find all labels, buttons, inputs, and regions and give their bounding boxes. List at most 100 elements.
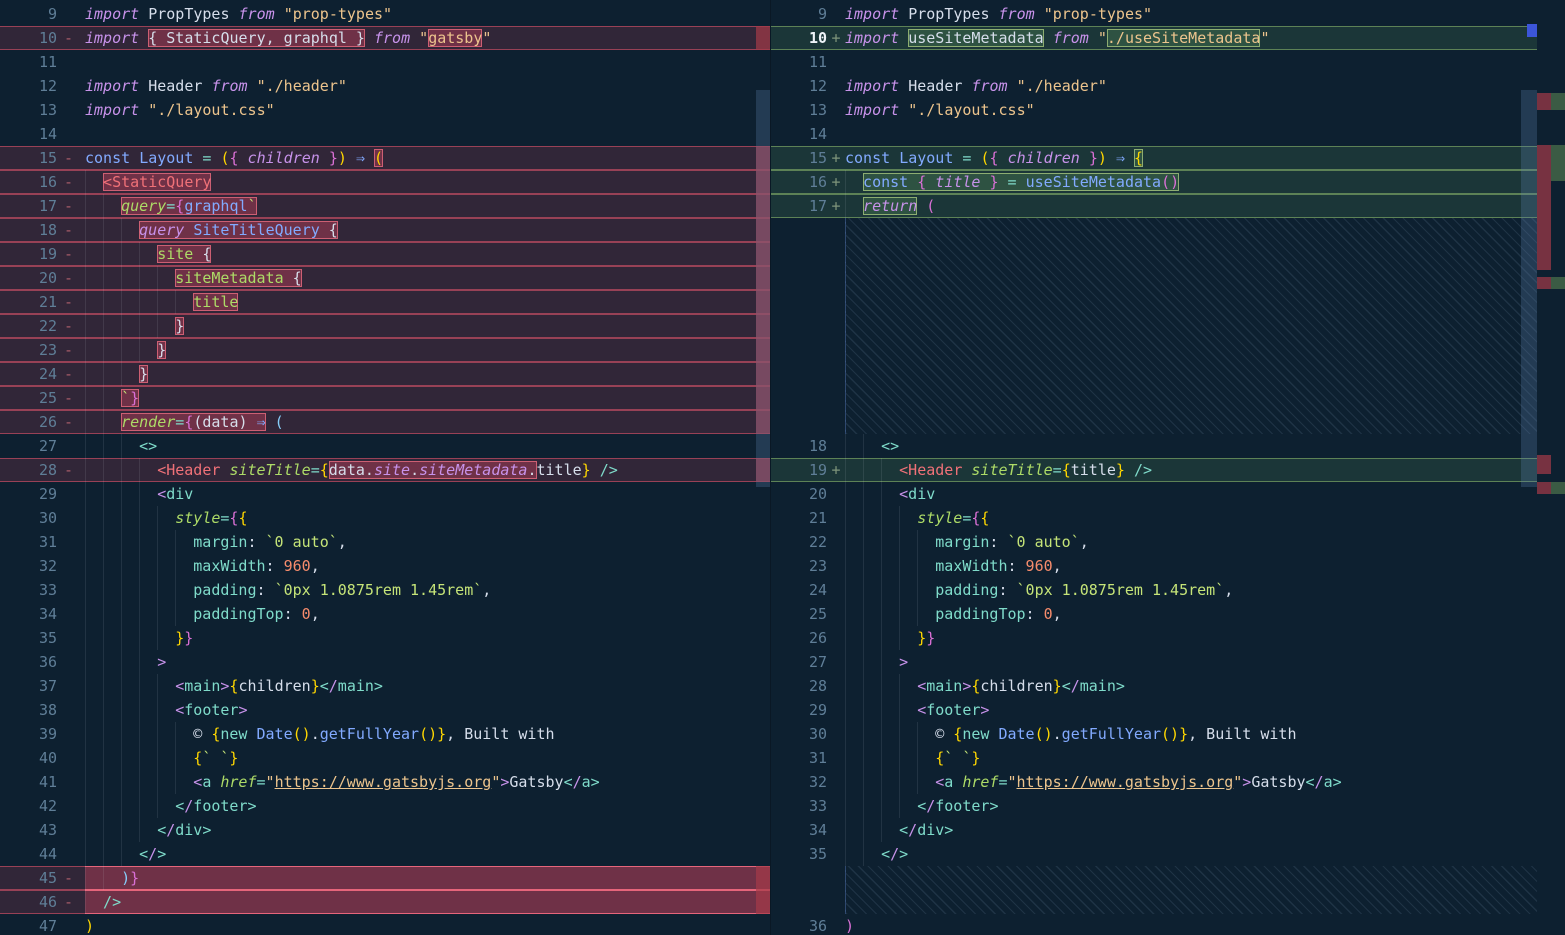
code-text[interactable]: } bbox=[85, 314, 770, 338]
line-number[interactable]: 14 bbox=[771, 122, 827, 146]
line-number-gutter[interactable]: 16- bbox=[0, 170, 85, 194]
code-line[interactable]: 28 <main>{children}</main> bbox=[771, 674, 1537, 698]
code-line[interactable]: 18 <> bbox=[771, 434, 1537, 458]
line-number[interactable]: 31 bbox=[0, 530, 57, 554]
line-number[interactable]: 19 bbox=[0, 242, 57, 266]
line-number[interactable]: 17 bbox=[0, 194, 57, 218]
line-number[interactable]: 39 bbox=[0, 722, 57, 746]
code-text[interactable]: return ( bbox=[845, 194, 1537, 218]
code-text[interactable]: style={{ bbox=[85, 506, 770, 530]
code-line[interactable]: 10-import { StaticQuery, graphql } from … bbox=[0, 26, 770, 50]
line-number[interactable]: 10 bbox=[771, 26, 827, 50]
code-text[interactable]: }} bbox=[85, 626, 770, 650]
code-line[interactable]: 36) bbox=[771, 914, 1537, 935]
code-line[interactable]: 26 }} bbox=[771, 626, 1537, 650]
line-number-gutter[interactable]: 22 bbox=[771, 530, 845, 554]
line-number-gutter[interactable]: 36 bbox=[771, 914, 845, 935]
code-line[interactable]: 34 paddingTop: 0, bbox=[0, 602, 770, 626]
code-text[interactable]: title bbox=[85, 290, 770, 314]
code-text[interactable]: <main>{children}</main> bbox=[85, 674, 770, 698]
line-number-gutter[interactable]: 11 bbox=[771, 50, 845, 74]
line-number-gutter[interactable]: 14 bbox=[0, 122, 85, 146]
code-line[interactable]: 27 <> bbox=[0, 434, 770, 458]
code-text[interactable]: © {new Date().getFullYear()}, Built with bbox=[845, 722, 1537, 746]
code-text[interactable]: <Header siteTitle={title} /> bbox=[845, 458, 1537, 482]
code-text[interactable]: import Header from "./header" bbox=[845, 74, 1537, 98]
line-number[interactable]: 38 bbox=[0, 698, 57, 722]
code-line[interactable]: 14 bbox=[771, 122, 1537, 146]
code-line[interactable]: 33 padding: `0px 1.0875rem 1.45rem`, bbox=[0, 578, 770, 602]
code-line[interactable]: 22 margin: `0 auto`, bbox=[771, 530, 1537, 554]
line-number-gutter[interactable]: 22- bbox=[0, 314, 85, 338]
code-text[interactable]: <> bbox=[85, 434, 770, 458]
code-line[interactable]: 12import Header from "./header" bbox=[0, 74, 770, 98]
line-number[interactable]: 26 bbox=[0, 410, 57, 434]
line-number-gutter[interactable]: 20- bbox=[0, 266, 85, 290]
line-number[interactable]: 23 bbox=[771, 554, 827, 578]
line-number-gutter[interactable]: 40 bbox=[0, 746, 85, 770]
line-number-gutter[interactable]: 39 bbox=[0, 722, 85, 746]
line-number[interactable]: 25 bbox=[771, 602, 827, 626]
line-number[interactable]: 14 bbox=[0, 122, 57, 146]
code-text[interactable]: /> bbox=[85, 890, 770, 914]
code-line[interactable]: 23- } bbox=[0, 338, 770, 362]
code-line[interactable]: 9import PropTypes from "prop-types" bbox=[0, 2, 770, 26]
code-line[interactable]: 12import Header from "./header" bbox=[771, 74, 1537, 98]
code-line[interactable]: 38 <footer> bbox=[0, 698, 770, 722]
code-line[interactable]: 19- site { bbox=[0, 242, 770, 266]
code-text[interactable]: </div> bbox=[85, 818, 770, 842]
line-number-gutter[interactable]: 14 bbox=[771, 122, 845, 146]
line-number[interactable]: 10 bbox=[0, 26, 57, 50]
code-text[interactable]: render={(data) ⇒ ( bbox=[85, 410, 770, 434]
code-text[interactable]: </> bbox=[845, 842, 1537, 866]
right-scrollbar-slider[interactable] bbox=[1521, 90, 1537, 487]
code-text[interactable]: > bbox=[845, 650, 1537, 674]
code-line[interactable]: 31 {` `} bbox=[771, 746, 1537, 770]
code-text[interactable]: } bbox=[85, 362, 770, 386]
code-text[interactable]: <a href="https://www.gatsbyjs.org">Gatsb… bbox=[85, 770, 770, 794]
line-number-gutter[interactable]: 29 bbox=[0, 482, 85, 506]
code-line[interactable]: 28- <Header siteTitle={data.site.siteMet… bbox=[0, 458, 770, 482]
line-number[interactable]: 40 bbox=[0, 746, 57, 770]
code-text[interactable] bbox=[845, 122, 1537, 146]
line-number-gutter[interactable]: 21 bbox=[771, 506, 845, 530]
code-line[interactable]: 24- } bbox=[0, 362, 770, 386]
code-text[interactable]: padding: `0px 1.0875rem 1.45rem`, bbox=[845, 578, 1537, 602]
code-line[interactable]: 47) bbox=[0, 914, 770, 935]
code-text[interactable]: site { bbox=[85, 242, 770, 266]
code-line[interactable]: 13import "./layout.css" bbox=[771, 98, 1537, 122]
line-number-gutter[interactable]: 34 bbox=[0, 602, 85, 626]
line-number-gutter[interactable]: 44 bbox=[0, 842, 85, 866]
code-line[interactable]: 20- siteMetadata { bbox=[0, 266, 770, 290]
line-number[interactable]: 37 bbox=[0, 674, 57, 698]
code-text[interactable]: style={{ bbox=[845, 506, 1537, 530]
line-number-gutter[interactable]: 18 bbox=[771, 434, 845, 458]
line-number-gutter[interactable]: 29 bbox=[771, 698, 845, 722]
code-line[interactable]: 20 <div bbox=[771, 482, 1537, 506]
code-text[interactable]: const { title } = useSiteMetadata() bbox=[845, 170, 1537, 194]
code-line[interactable]: 39 © {new Date().getFullYear()}, Built w… bbox=[0, 722, 770, 746]
line-number-gutter[interactable]: 33 bbox=[0, 578, 85, 602]
code-line[interactable]: 44 </> bbox=[0, 842, 770, 866]
line-number-gutter[interactable]: 15+ bbox=[771, 146, 845, 170]
line-number[interactable]: 16 bbox=[0, 170, 57, 194]
line-number-gutter[interactable]: 43 bbox=[0, 818, 85, 842]
line-number-gutter[interactable]: 12 bbox=[0, 74, 85, 98]
code-text[interactable] bbox=[845, 50, 1537, 74]
line-number-gutter[interactable]: 26 bbox=[771, 626, 845, 650]
code-line[interactable]: 41 <a href="https://www.gatsbyjs.org">Ga… bbox=[0, 770, 770, 794]
line-number[interactable]: 18 bbox=[771, 434, 827, 458]
code-line[interactable]: 25 paddingTop: 0, bbox=[771, 602, 1537, 626]
line-number[interactable]: 33 bbox=[0, 578, 57, 602]
line-number-gutter[interactable]: 23- bbox=[0, 338, 85, 362]
code-text[interactable]: `} bbox=[85, 386, 770, 410]
code-text[interactable]: maxWidth: 960, bbox=[845, 554, 1537, 578]
line-number-gutter[interactable]: 45- bbox=[0, 866, 85, 890]
code-text[interactable]: <Header siteTitle={data.site.siteMetadat… bbox=[85, 458, 770, 482]
code-text[interactable]: {` `} bbox=[845, 746, 1537, 770]
line-number[interactable]: 9 bbox=[0, 2, 57, 26]
line-number[interactable]: 20 bbox=[771, 482, 827, 506]
code-text[interactable]: <StaticQuery bbox=[85, 170, 770, 194]
line-number[interactable]: 41 bbox=[0, 770, 57, 794]
right-editor[interactable]: 9import PropTypes from "prop-types"10+im… bbox=[771, 0, 1537, 935]
